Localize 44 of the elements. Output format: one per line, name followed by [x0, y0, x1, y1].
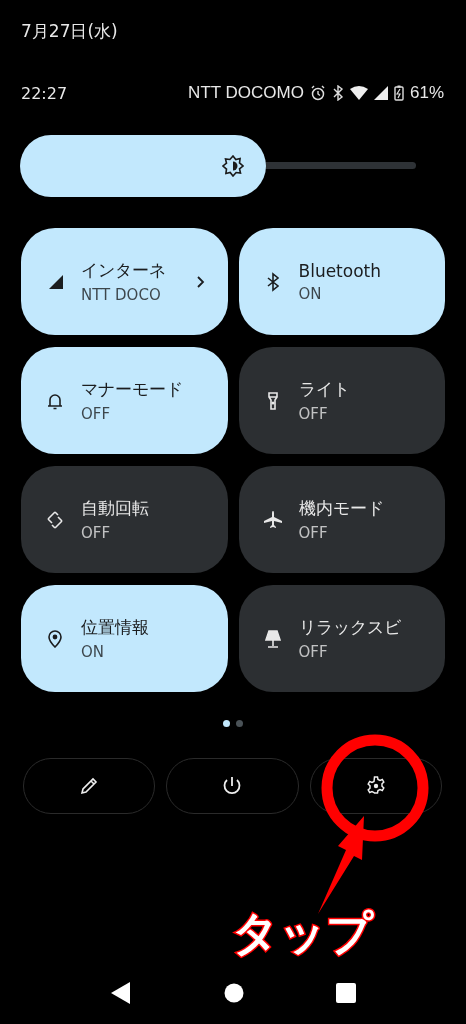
quick-settings-tile[interactable]: ライト OFF [238, 347, 445, 454]
tile-status: ON [298, 284, 323, 303]
tile-title: 機内モード [298, 497, 385, 520]
airplane-icon [262, 509, 283, 530]
annotation-label: タップ [232, 905, 373, 962]
chevron-icon[interactable] [195, 274, 206, 289]
tile-status: OFF [298, 405, 329, 423]
quick-settings-tile[interactable]: 位置情報 ON [21, 585, 228, 692]
lamp-icon [262, 628, 283, 649]
quick-settings-tile[interactable]: リラックスビ OFF [238, 585, 445, 692]
tile-title: 位置情報 [81, 616, 150, 639]
tile-title: ライト [298, 378, 351, 401]
tile-title: インターネ [81, 259, 167, 282]
rotate-icon [45, 509, 65, 530]
brightness-icon [221, 155, 244, 177]
battery-icon [393, 85, 404, 101]
quick-settings-tile[interactable]: Bluetooth ON [238, 228, 445, 335]
pencil-icon [79, 776, 100, 796]
tile-status: OFF [298, 524, 329, 542]
bluetooth-icon [331, 85, 344, 101]
tile-title: リラックスビ [298, 616, 402, 639]
battery-percent: 61% [409, 83, 444, 103]
home-icon[interactable] [223, 983, 244, 1003]
brightness-slider[interactable] [20, 135, 416, 197]
quick-settings-tile[interactable]: 自動回転 OFF [21, 466, 228, 573]
tile-status: OFF [298, 643, 329, 661]
signal-icon [373, 86, 388, 100]
alarm-icon [309, 85, 326, 101]
tile-status: NTT DOCO [81, 286, 162, 304]
quick-settings-tile[interactable]: 機内モード OFF [238, 466, 445, 573]
tile-status: OFF [81, 405, 112, 423]
quick-settings-tile[interactable]: マナーモード OFF [21, 347, 228, 454]
tile-status: ON [81, 643, 106, 661]
tile-title: 自動回転 [81, 497, 150, 520]
back-icon[interactable] [111, 982, 131, 1004]
tile-status: OFF [81, 524, 112, 542]
pin-icon [45, 628, 65, 649]
quick-settings-tile[interactable]: インターネ NTT DOCO [21, 228, 228, 335]
date-text: 7月27日(水) [21, 20, 118, 43]
tile-title: マナーモード [81, 378, 184, 401]
clock-time: 22:27 [21, 83, 68, 103]
tile-title: Bluetooth [298, 260, 383, 281]
wifi-icon [349, 86, 368, 100]
carrier-name: NTT DOCOMO [188, 83, 304, 103]
